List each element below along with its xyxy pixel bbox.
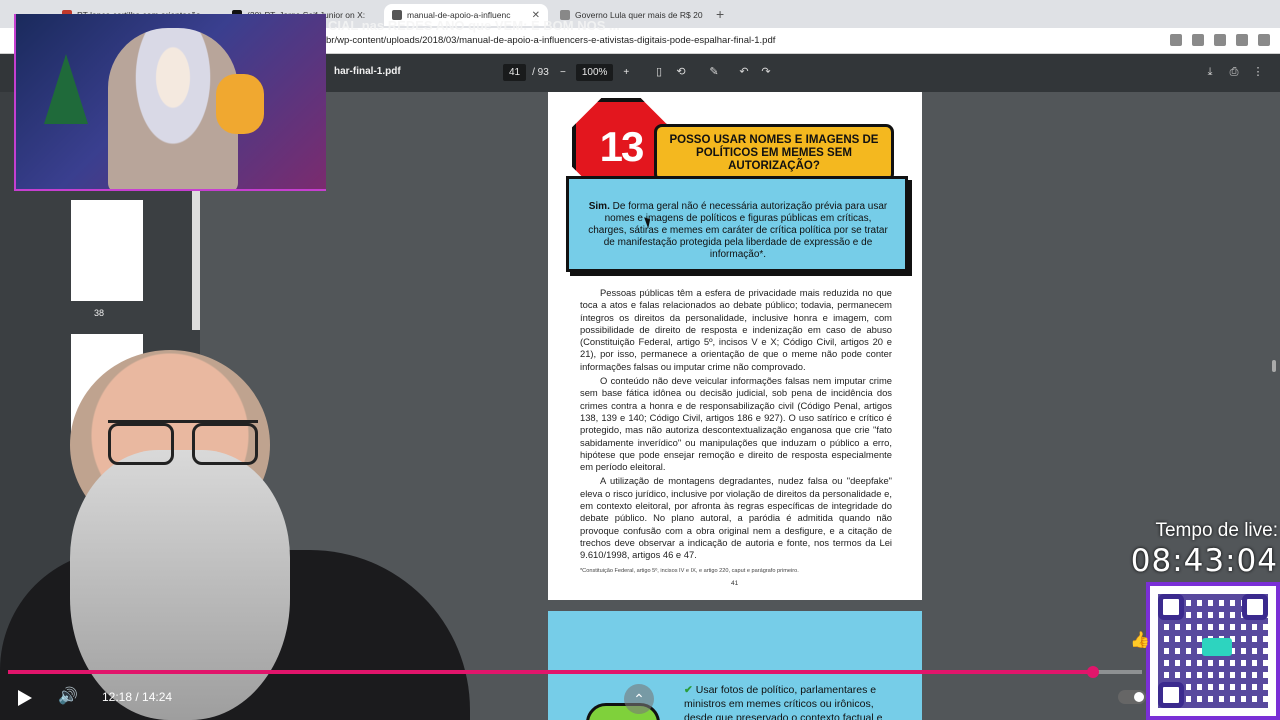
redo-icon[interactable]: ↷ [760,66,772,78]
page-scrollbar[interactable] [1272,360,1276,372]
question-banner: POSSO USAR NOMES E IMAGENS DE POLÍTICOS … [654,124,894,182]
check-icon: ✔ [684,684,693,696]
toolbar-icons [1170,34,1270,46]
profile-icon[interactable] [1236,34,1248,46]
webcam-guest [0,340,470,720]
pdf-page: 13 POSSO USAR NOMES E IMAGENS DE POLÍTIC… [548,92,922,600]
paragraph: Pessoas públicas têm a esfera de privaci… [580,287,892,372]
footnote: *Constituição Federal, artigo 5º, inciso… [580,568,799,574]
overlay-title: CIAL nas REDES ANO que VEM: É BOM NOS ..… [328,18,620,33]
sidebar-icon[interactable] [1214,34,1226,46]
paragraph: A utilização de montagens degradantes, n… [580,475,892,561]
extension-icon[interactable] [1170,34,1182,46]
play-button[interactable] [18,690,32,706]
print-icon[interactable]: ⎙ [1228,66,1240,78]
like-icon[interactable]: 👍 [1130,630,1150,650]
guest-glasses [108,420,258,465]
next-page-line: ministros em memes críticos ou irônicos, [684,698,874,710]
pdf-next-page: ✔ Usar fotos de político, parlamentares … [548,611,922,720]
paragraph: O conteúdo não deve veicular informações… [580,375,892,473]
more-icon[interactable]: ⋮ [1252,66,1264,78]
page-total: / 93 [532,67,549,78]
download-icon[interactable]: ⤓ [1204,66,1216,78]
zoom-control: − 100% + [560,64,629,81]
next-page-line: desde que preservado o contexto factual … [684,712,883,720]
fit-page-icon[interactable]: ▯ [653,66,665,78]
plush-toy-image [216,74,264,134]
timer-label: Tempo de live: [1155,520,1278,541]
zoom-in-icon[interactable]: + [623,67,629,78]
puzzle-icon[interactable] [1192,34,1204,46]
autoplay-toggle[interactable] [1118,690,1146,704]
answer-lead: Sim. [588,201,610,212]
menu-icon[interactable] [1258,34,1270,46]
thumbnail-page[interactable] [71,200,143,301]
badge-number: 13 [599,123,645,170]
progress-fill [8,670,1094,674]
page-navigator: 41 / 93 [503,64,549,81]
qr-logo [1202,638,1232,656]
chevron-up-icon[interactable]: ⌃ [624,684,654,714]
qr-finder [1242,594,1268,620]
body-text: Pessoas públicas têm a esfera de privaci… [580,287,892,564]
next-page-line: Usar fotos de político, parlamentares e [695,684,877,696]
qr-code [1146,582,1280,720]
rotate-icon[interactable]: ⟲ [675,66,687,78]
url-text[interactable]: br/wp-content/uploads/2018/03/manual-de-… [326,35,775,46]
annotate-icon[interactable]: ✎ [708,66,720,78]
video-time: 12:18 / 14:24 [102,690,173,704]
answer-text: De forma geral não é necessária autoriza… [588,201,888,260]
undo-icon[interactable]: ↶ [738,66,750,78]
answer-box: Sim. De forma geral não é necessária aut… [566,176,908,272]
page-number: 41 [731,580,739,587]
pdf-filename: har-final-1.pdf [334,66,401,77]
webcam-streamer [14,14,326,191]
guest-beard [70,450,290,720]
qr-finder [1158,594,1184,620]
thumbnail-scrollbar[interactable] [192,190,200,330]
page-input[interactable]: 41 [503,64,527,81]
question-title: POSSO USAR NOMES E IMAGENS DE POLÍTICOS … [669,133,879,172]
zoom-out-icon[interactable]: − [560,67,566,78]
christmas-tree-image [44,54,88,124]
zoom-value[interactable]: 100% [575,64,614,81]
volume-icon[interactable]: 🔊 [58,686,78,706]
new-tab-button[interactable]: + [716,6,724,22]
thumbnail-page-number: 38 [94,308,105,318]
next-page-text: ✔ Usar fotos de político, parlamentares … [684,683,882,720]
qr-finder [1158,682,1184,708]
timer-value: 08:43:04 [1130,543,1278,579]
progress-bar[interactable] [8,666,1142,678]
